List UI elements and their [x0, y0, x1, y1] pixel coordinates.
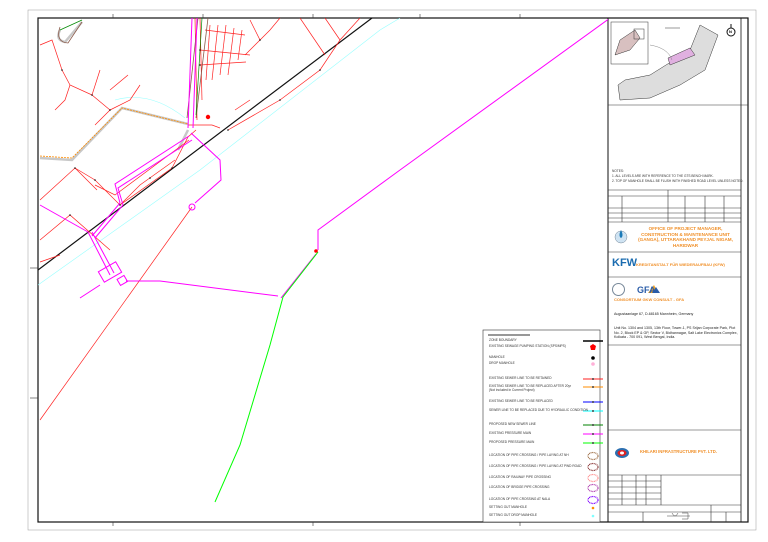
legend-sublabel: (Not included in Current Project)	[489, 388, 535, 392]
drawing-sheet	[27, 9, 757, 531]
red-gravity-main	[39, 206, 193, 421]
legend-label: LOCATION OF RAILWAY PIPE CROSSING	[489, 475, 551, 479]
legend-label: PROPOSED PRESSURE MAIN	[489, 440, 535, 444]
contractor-name: KHILARI INFRASTRUCTURE PVT. LTD.	[640, 449, 717, 454]
funder-name: KREDITANSTALT FÜR WIEDERAUFBAU (KFW)	[636, 262, 725, 267]
gfa-logo: GFA	[637, 285, 656, 295]
address-india: Unit No. 1304 and 1305, 13th Floor, Towe…	[614, 326, 738, 340]
legend-label: LOCATION OF PIPE CROSSING / PIPE LAYING …	[489, 464, 582, 468]
legend-label: EXISTING SEWAGE PUMPING STATION (SPS/MPS…	[489, 344, 566, 348]
address-germany: Augustaanlage 67, D-68165 Mannheim, Germ…	[614, 312, 694, 316]
roads	[39, 21, 190, 162]
pumping-station-marker	[314, 249, 318, 253]
legend-symbol-dot	[591, 362, 595, 366]
road-crossing-lines	[58, 18, 209, 119]
legend-label: SEWER LINE TO BE REPLACED DUE TO HYDRAUL…	[489, 408, 588, 412]
legend-label: LOCATION OF PIPE CROSSING AT NALA	[489, 497, 551, 501]
client-name: OFFICE OF PROJECT MANAGER, CONSTRUCTION …	[638, 226, 733, 249]
note-2: 2. TOP OF MANHOLE SHALL BE FLUSH WITH FI…	[612, 179, 744, 183]
consultant-name: CONSORTIUM GKW CONSULT - GFA	[614, 297, 685, 302]
river-line	[38, 18, 401, 286]
legend-label: LOCATION OF PIPE CROSSING / PIPE LAYING …	[489, 453, 569, 457]
manhole-dots	[61, 39, 321, 216]
legend-symbol-dot	[591, 356, 595, 360]
kfw-logo: KFW	[612, 257, 638, 269]
pumping-station-marker	[205, 114, 211, 120]
existing-pressure-main	[39, 18, 608, 299]
contractor-logo	[615, 448, 629, 458]
legend-label: MANHOLE	[489, 355, 505, 359]
gkw-logo	[612, 283, 625, 296]
legend-label: PROPOSED NEW SEWER LINE	[489, 422, 536, 426]
legend-label: EXISTING SEWER LINE TO BE RETAINED	[489, 376, 552, 380]
legend-symbol-smalldot	[591, 514, 595, 518]
client-logo	[614, 230, 628, 244]
legend-label: SETTING OUT MANHOLE	[489, 505, 528, 509]
legend-label: EXISTING PRESSURE MAIN	[489, 431, 532, 435]
legend-label: SETTING OUT DROP MANHOLE	[489, 513, 538, 517]
legend-label: LOCATION OF BRIDGE PIPE CROSSING	[489, 485, 550, 489]
key-map	[610, 21, 719, 101]
signature-mark	[667, 512, 690, 520]
north-label: N	[729, 29, 732, 34]
existing-sewer-network	[39, 18, 361, 421]
legend-label: EXISTING SEWER LINE TO BE REPLACED	[489, 399, 553, 403]
legend-label: ZONE BOUNDARY	[489, 338, 517, 342]
legend-symbol-smalldot	[591, 506, 595, 510]
legend-label: DROP MANHOLE	[489, 361, 515, 365]
